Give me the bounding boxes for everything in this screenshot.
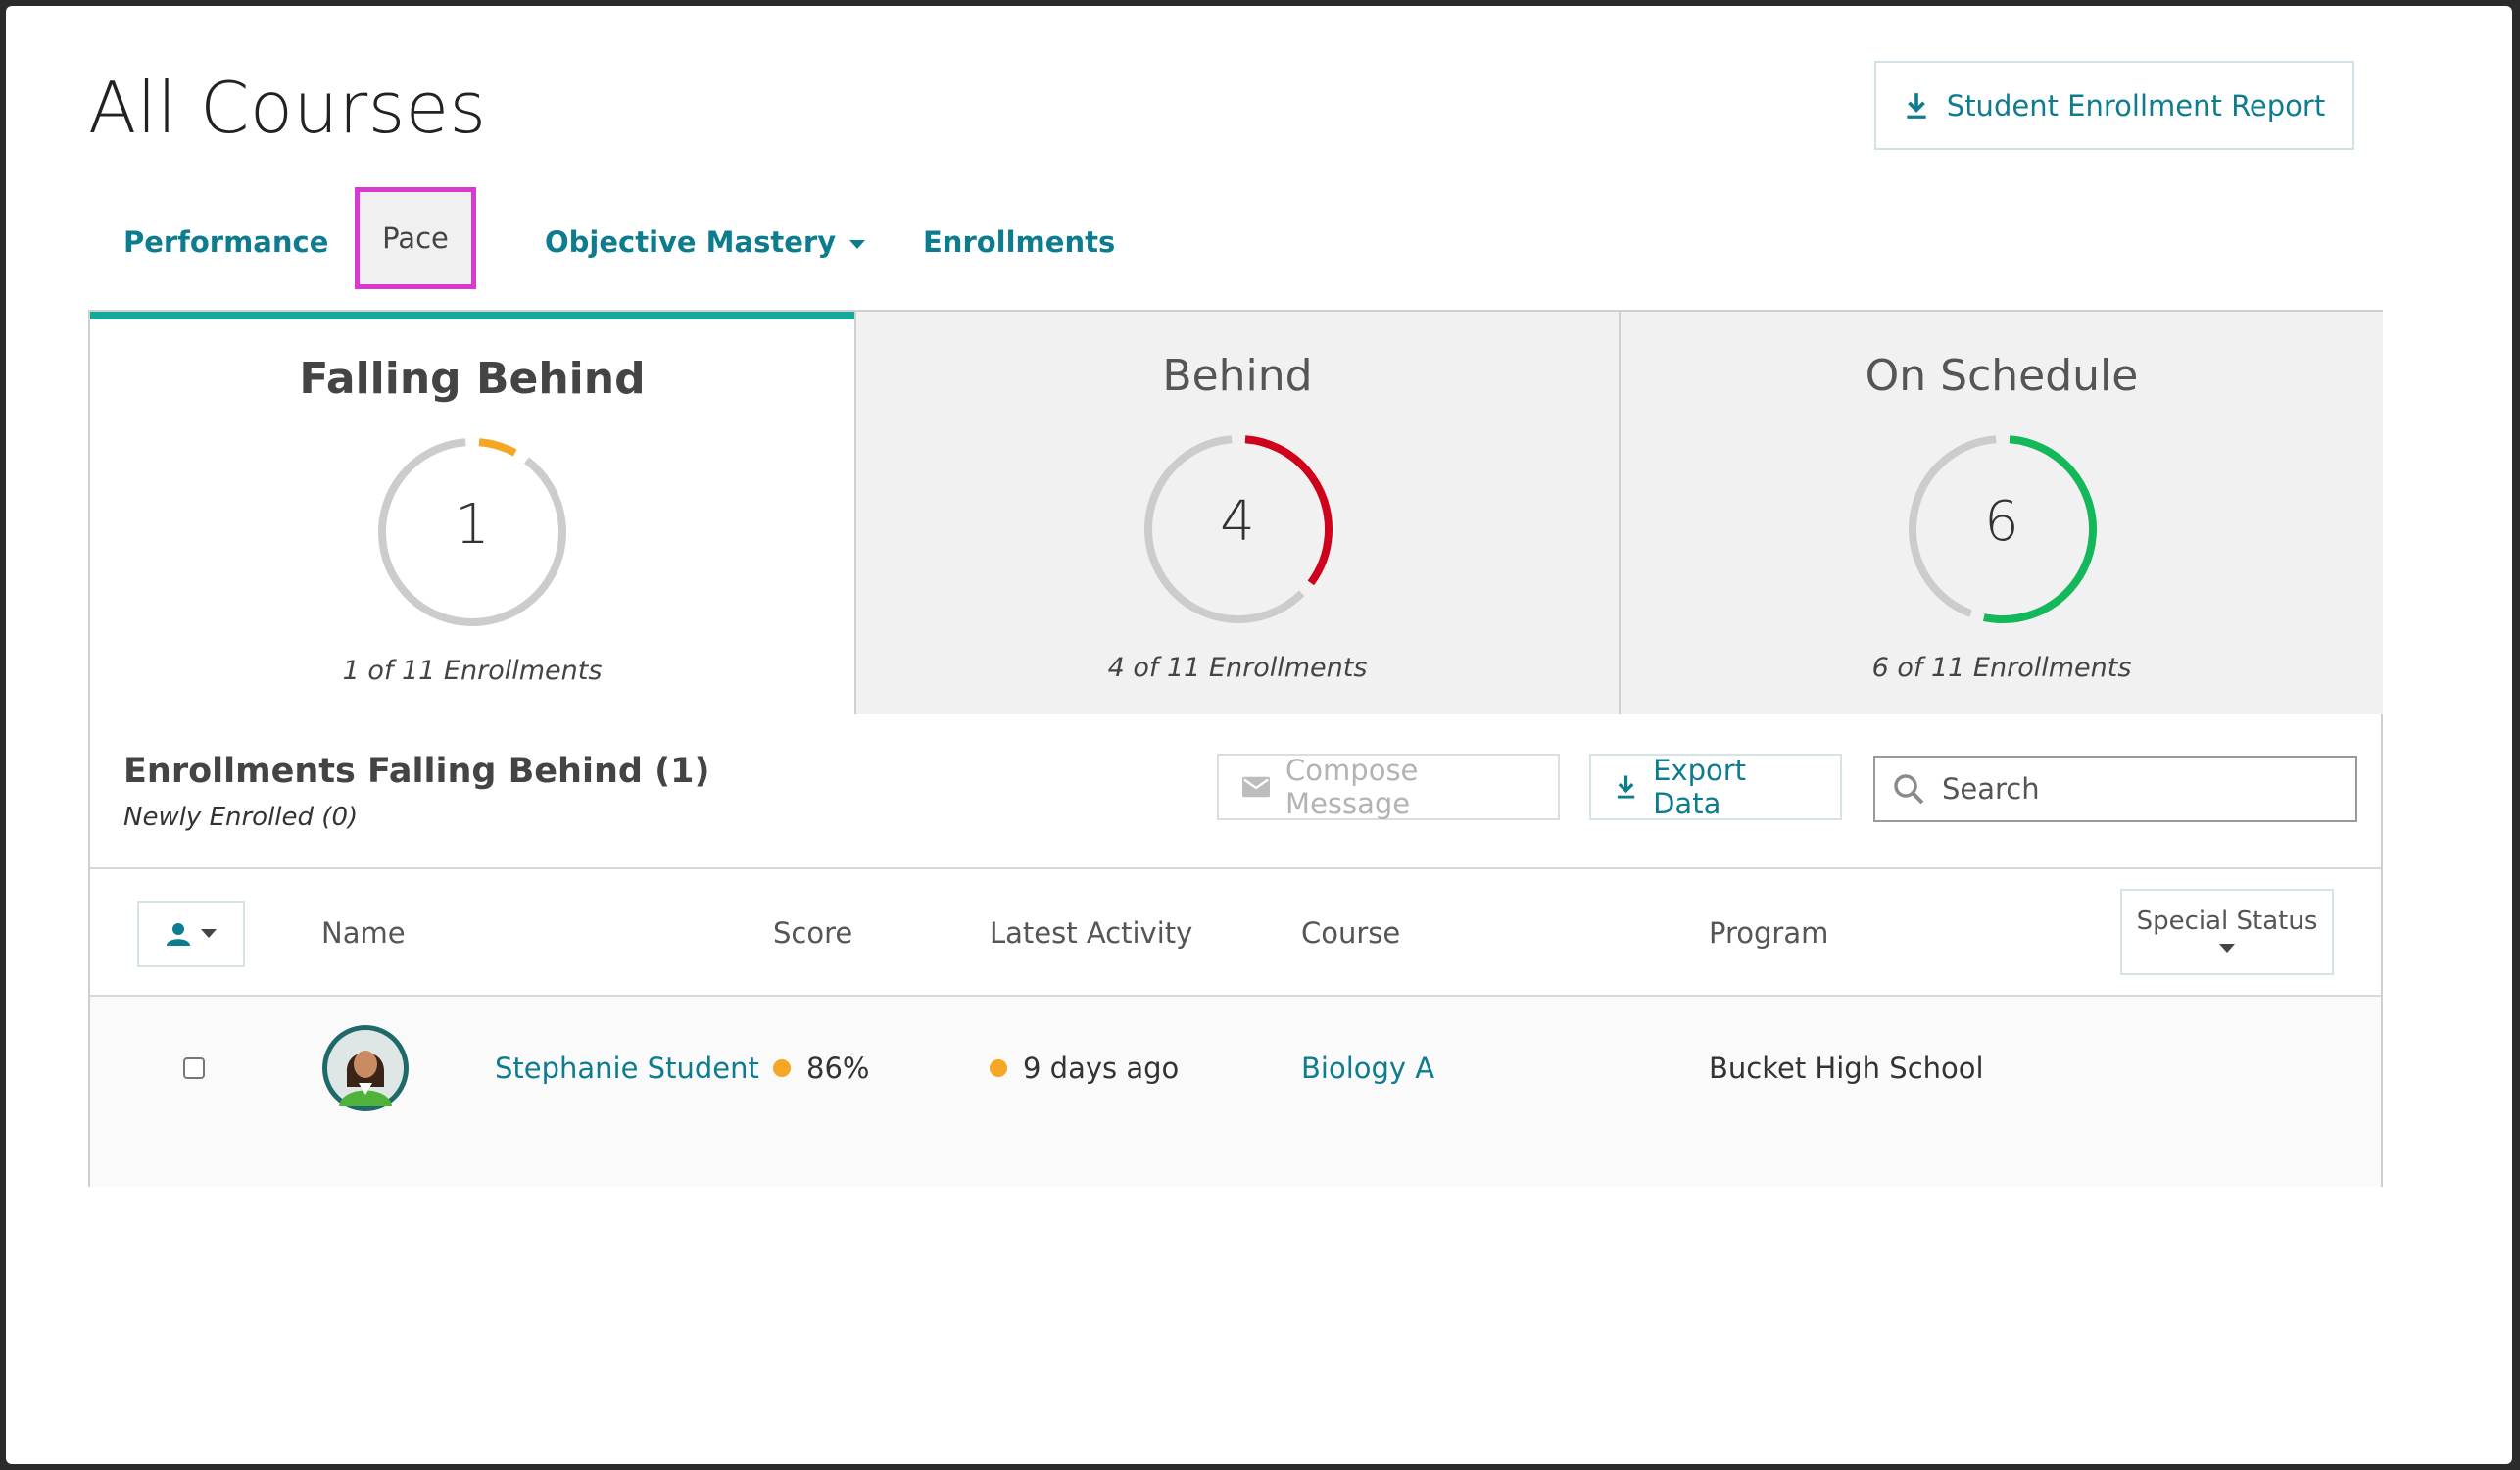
tab-performance[interactable]: Performance (123, 188, 328, 296)
table-row: Stephanie Student 86% 9 days ago Biology… (90, 995, 2381, 1187)
compose-message-button[interactable]: Compose Message (1217, 754, 1560, 820)
tab-pace[interactable]: Pace (355, 187, 476, 289)
latest-activity-value: 9 days ago (1023, 1052, 1180, 1085)
download-icon (1617, 775, 1635, 799)
card-subtitle: 4 of 11 Enrollments (1107, 653, 1368, 683)
section-subtitle: Newly Enrolled (0) (123, 803, 359, 832)
table-header: Name Score Latest Activity Course Progra… (90, 869, 2381, 995)
section-title: Enrollments Falling Behind (1) (123, 752, 710, 791)
person-icon (167, 923, 190, 946)
column-header-name[interactable]: Name (321, 916, 406, 950)
search-placeholder: Search (1942, 772, 2040, 806)
tab-objective-mastery-label: Objective Mastery (545, 225, 837, 259)
tab-bar: Performance Pace Objective Mastery Enrol… (88, 187, 2244, 296)
page-title: All Courses (88, 67, 487, 149)
row-checkbox[interactable] (183, 1057, 205, 1079)
enrollments-panel: Enrollments Falling Behind (1) Newly Enr… (88, 714, 2383, 1187)
student-enrollment-report-button[interactable]: Student Enrollment Report (1874, 61, 2354, 150)
on-schedule-card[interactable]: On Schedule 6 6 of 11 Enrollments (1619, 312, 2383, 716)
student-name: Stephanie Student (495, 1052, 759, 1085)
search-input[interactable]: Search (1873, 756, 2357, 822)
card-count: 1 (455, 493, 490, 557)
chevron-down-icon (201, 929, 217, 938)
program-cell: Bucket High School (1709, 1052, 1984, 1085)
behind-card[interactable]: Behind 4 4 of 11 Enrollments (854, 312, 1619, 716)
download-icon (1907, 92, 1926, 119)
card-title: Behind (1162, 351, 1313, 401)
column-header-course[interactable]: Course (1301, 916, 1400, 950)
avatar (322, 1025, 409, 1111)
column-header-score[interactable]: Score (773, 916, 852, 950)
tab-objective-mastery[interactable]: Objective Mastery (545, 188, 866, 296)
export-label: Export Data (1653, 754, 1747, 820)
column-header-program[interactable]: Program (1709, 916, 1828, 950)
chevron-down-icon (849, 239, 866, 249)
pace-summary: Falling Behind 1 1 of 11 Enrollments Beh… (88, 310, 2383, 716)
latest-activity-cell: 9 days ago (990, 1052, 1179, 1085)
card-count: 4 (1220, 490, 1255, 554)
falling-behind-card[interactable]: Falling Behind 1 1 of 11 Enrollments (90, 312, 854, 716)
card-subtitle: 6 of 11 Enrollments (1871, 653, 2132, 683)
special-status-label: Special Status (2136, 906, 2318, 936)
envelope-icon (1242, 776, 1271, 798)
score-cell: 86% (773, 1052, 869, 1085)
student-name-link[interactable]: Stephanie Student (495, 1052, 759, 1085)
column-header-latest-activity[interactable]: Latest Activity (990, 916, 1192, 950)
course-name: Biology A (1301, 1052, 1435, 1085)
user-filter-dropdown[interactable] (137, 901, 245, 967)
score-value: 86% (806, 1052, 870, 1085)
program-name: Bucket High School (1709, 1052, 1984, 1085)
compose-label: Compose Message (1285, 754, 1419, 820)
card-title: Falling Behind (299, 354, 646, 404)
card-subtitle: 1 of 11 Enrollments (342, 656, 603, 686)
report-button-label: Student Enrollment Report (1946, 88, 2326, 122)
course-link[interactable]: Biology A (1301, 1052, 1434, 1085)
status-dot-icon (773, 1059, 791, 1077)
app-window: All Courses Student Enrollment Report Pe… (6, 6, 2512, 1464)
status-dot-icon (990, 1059, 1007, 1077)
chevron-down-icon (2219, 944, 2235, 953)
card-count: 6 (1984, 490, 2019, 554)
export-data-button[interactable]: Export Data (1589, 754, 1842, 820)
search-icon (1894, 774, 1924, 805)
special-status-dropdown[interactable]: Special Status (2120, 889, 2334, 975)
tab-enrollments[interactable]: Enrollments (923, 188, 1115, 296)
card-title: On Schedule (1865, 351, 2139, 401)
